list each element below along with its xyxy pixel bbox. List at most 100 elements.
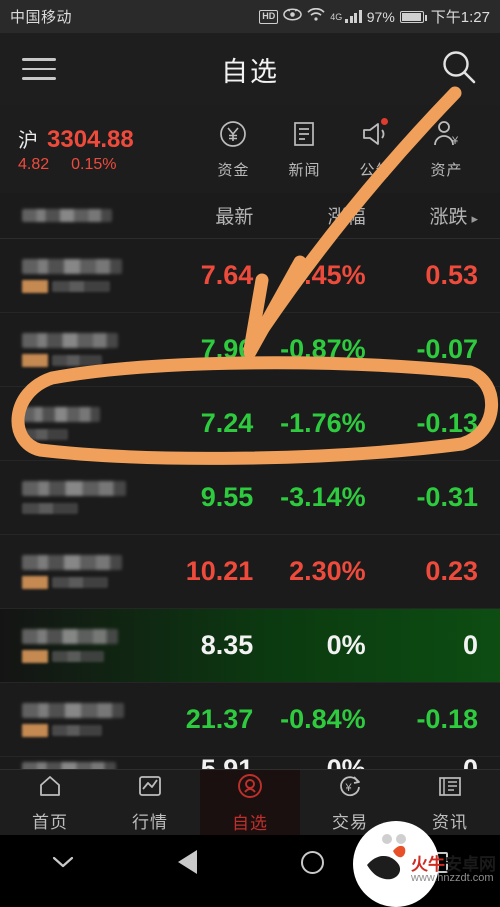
watermark-brand-black: 安卓网	[445, 854, 496, 874]
column-header-change[interactable]: 涨跌	[370, 202, 500, 229]
blurred-stock-name	[22, 628, 118, 644]
table-row[interactable]: 10.21 2.30% 0.23	[0, 535, 500, 609]
hd-badge-icon: HD	[259, 9, 279, 24]
stock-name-cell	[0, 535, 145, 608]
quick-action-label: 资金	[217, 161, 250, 179]
stock-name-cell	[0, 683, 145, 756]
latest-price: 7.24	[200, 408, 254, 438]
blurred-stock-code	[52, 650, 104, 662]
table-row[interactable]: 7.24 -1.76% -0.13	[0, 387, 500, 461]
blurred-stock-code	[52, 724, 102, 736]
quick-action-label: 新闻	[288, 161, 321, 179]
clock-label: 下午1:27	[430, 9, 490, 26]
blurred-stock-name	[22, 258, 122, 274]
nav-item-market[interactable]: 行情	[100, 770, 200, 835]
latest-price: 9.55	[200, 482, 254, 512]
carrier-label: 中国移动	[10, 9, 73, 26]
change-percent: -0.84%	[280, 704, 366, 734]
change-percent: -3.14%	[280, 482, 366, 512]
blurred-stock-name	[22, 332, 118, 348]
back-triangle-icon[interactable]	[125, 850, 250, 874]
trade-yuan-icon: ¥	[337, 773, 363, 804]
stock-name-cell	[0, 461, 145, 534]
signal-bars-icon	[345, 10, 362, 23]
stock-tag-badge	[22, 279, 48, 293]
column-header-name[interactable]	[0, 209, 145, 222]
stock-name-cell	[0, 609, 145, 682]
newspaper-icon	[437, 773, 463, 804]
table-row[interactable]: 21.37 -0.84% -0.18	[0, 683, 500, 757]
notification-badge-dot	[380, 117, 388, 125]
watchlist-icon	[236, 772, 264, 805]
blurred-stock-code	[52, 354, 102, 366]
table-row[interactable]: 8.35 0% 0	[0, 609, 500, 683]
stock-tag-badge	[22, 353, 48, 367]
hamburger-menu-icon[interactable]	[22, 51, 56, 87]
change-percent: 0%	[326, 630, 366, 660]
yuan-circle-icon	[218, 119, 248, 154]
change-percent: -1.76%	[280, 408, 366, 438]
blurred-stock-name	[22, 480, 126, 496]
index-change: 4.82	[18, 156, 50, 173]
nav-item-home[interactable]: 首页	[0, 770, 100, 835]
nav-item-watchlist[interactable]: 自选	[200, 770, 300, 835]
home-icon	[37, 773, 63, 804]
change-amount: -0.31	[416, 482, 478, 512]
latest-price: 8.35	[200, 630, 254, 660]
quick-action-assets[interactable]: ¥ 资产	[430, 119, 462, 180]
column-header-change-pct[interactable]: 涨幅	[257, 202, 369, 229]
change-percent: 7.45%	[289, 260, 366, 290]
quick-action-funds[interactable]: 资金	[217, 119, 249, 180]
index-and-actions-band: 沪 3304.88 4.82 0.15% 资金 新闻 公告 ¥ 资产	[0, 105, 500, 193]
blurred-stock-name	[22, 702, 124, 718]
quick-actions: 资金 新闻 公告 ¥ 资产	[198, 117, 482, 180]
change-percent: 2.30%	[289, 556, 366, 586]
blurred-name-header	[22, 209, 112, 222]
change-amount: 0	[462, 630, 478, 660]
stock-tag-badge	[22, 649, 48, 663]
quick-action-label: 公告	[359, 161, 392, 179]
stock-tag-badge	[22, 723, 48, 737]
table-row[interactable]: 7.64 7.45% 0.53	[0, 239, 500, 313]
quick-action-announcements[interactable]: 公告	[359, 117, 392, 180]
index-value: 3304.88	[47, 126, 134, 153]
chart-icon	[137, 773, 163, 804]
watermark-url: www.hnzzdt.com	[411, 872, 494, 885]
change-amount: 0.23	[425, 556, 478, 586]
column-header-latest[interactable]: 最新	[145, 202, 257, 229]
blurred-stock-code	[22, 428, 68, 440]
table-row[interactable]: 9.55 -3.14% -0.31	[0, 461, 500, 535]
eye-icon	[283, 8, 303, 25]
nav-label: 自选	[232, 813, 268, 833]
blurred-stock-name	[22, 554, 122, 570]
index-change-pct: 0.15%	[71, 156, 117, 173]
change-amount: -0.13	[416, 408, 478, 438]
blurred-stock-code	[22, 502, 78, 514]
status-bar: 中国移动 HD 4G 97% 下午1:27	[0, 0, 500, 33]
news-document-icon	[289, 119, 319, 154]
watermark-brand-red: 火牛	[411, 854, 445, 874]
phone-screen: 中国移动 HD 4G 97% 下午1:27 自选 沪 3304.88 4.82 …	[0, 0, 500, 907]
change-amount: 0.53	[425, 260, 478, 290]
table-row[interactable]: 7.96 -0.87% -0.07	[0, 313, 500, 387]
battery-percent-label: 97%	[366, 8, 395, 25]
app-header: 自选	[0, 33, 500, 105]
stock-name-cell	[0, 387, 145, 460]
index-summary[interactable]: 沪 3304.88 4.82 0.15%	[18, 124, 198, 174]
quick-action-news[interactable]: 新闻	[288, 119, 320, 180]
change-percent: -0.87%	[280, 334, 366, 364]
latest-price: 7.64	[200, 260, 254, 290]
blurred-stock-name	[22, 406, 100, 422]
chevron-down-icon[interactable]	[0, 854, 125, 870]
table-header-row: 最新 涨幅 涨跌	[0, 193, 500, 239]
nav-label: 行情	[132, 812, 168, 832]
change-amount: -0.18	[416, 704, 478, 734]
stock-tag-badge	[22, 575, 48, 589]
search-icon[interactable]	[440, 48, 478, 91]
watchlist-table: 7.64 7.45% 0.53 7.96 -0.87% -0.07 7.24 -…	[0, 239, 500, 805]
svg-text:¥: ¥	[451, 135, 459, 147]
latest-price: 21.37	[185, 704, 254, 734]
network-type-label: 4G	[330, 11, 343, 22]
site-watermark: 火牛安卓网 www.hnzzdt.com	[353, 821, 500, 907]
person-yuan-icon: ¥	[431, 119, 461, 154]
